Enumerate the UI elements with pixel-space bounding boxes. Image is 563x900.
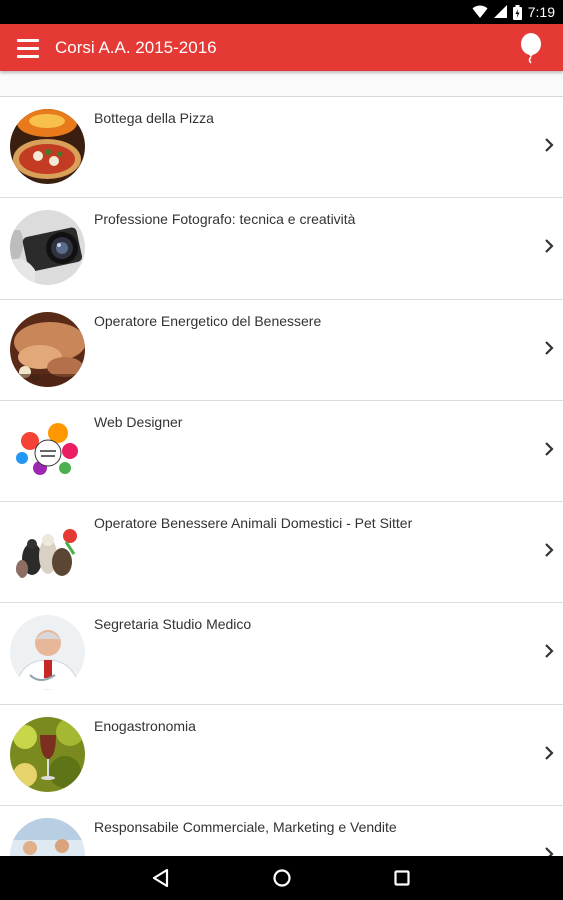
massage-image [10, 311, 85, 387]
app-title: Corsi A.A. 2015-2016 [55, 38, 217, 57]
course-title: Operatore Energetico del Benessere [94, 312, 322, 329]
recents-icon[interactable] [388, 864, 416, 892]
status-time: 7:19 [527, 4, 555, 20]
chevron-right-icon [545, 239, 554, 254]
course-item-sales-marketing[interactable]: Responsabile Commerciale, Marketing e Ve… [0, 806, 563, 856]
status-bar: 7:19 [0, 0, 563, 24]
cell-signal-icon [493, 5, 507, 18]
status-icons: 7:19 [472, 0, 555, 24]
course-title: Professione Fotografo: tecnica e creativ… [94, 211, 356, 228]
business-image [10, 818, 85, 856]
chevron-right-icon [545, 138, 554, 152]
course-title: Segretaria Studio Medico [94, 616, 252, 633]
course-title: Responsabile Commerciale, Marketing e Ve… [94, 819, 397, 836]
wifi-icon [472, 5, 488, 18]
balloon-icon[interactable] [517, 32, 545, 64]
hamburger-menu-icon[interactable] [14, 34, 42, 62]
course-item-pet-sitter[interactable]: Operatore Benessere Animali Domestici - … [0, 502, 563, 604]
course-item-medical-secretary[interactable]: Segretaria Studio Medico [0, 603, 563, 705]
course-title: Enogastronomia [94, 717, 196, 734]
pets-image [10, 514, 85, 590]
course-title: Web Designer [94, 413, 183, 430]
battery-icon [512, 4, 522, 20]
app-bar: Corsi A.A. 2015-2016 [0, 24, 563, 71]
course-item-wellness[interactable]: Operatore Energetico del Benessere [0, 299, 563, 401]
chevron-right-icon [545, 847, 554, 856]
doctor-image [10, 615, 85, 691]
chevron-right-icon [545, 644, 554, 659]
home-icon[interactable] [268, 864, 296, 892]
screen: 7:19 Corsi A.A. 2015-2016 Bottega della … [0, 0, 563, 900]
course-title: Operatore Benessere Animali Domestici - … [94, 515, 413, 532]
back-icon[interactable] [147, 864, 175, 892]
course-list: Bottega della Pizza Professione Fotograf… [0, 96, 563, 856]
course-item-web-designer[interactable]: Web Designer [0, 400, 563, 503]
chevron-right-icon [545, 442, 554, 456]
wine-image [10, 716, 85, 792]
course-title: Bottega della Pizza [94, 110, 214, 126]
chevron-right-icon [545, 543, 554, 557]
chevron-right-icon [545, 340, 554, 355]
camera-image [10, 210, 85, 286]
course-item-pizza[interactable]: Bottega della Pizza [0, 97, 563, 199]
course-item-photography[interactable]: Professione Fotografo: tecnica e creativ… [0, 198, 563, 300]
chevron-right-icon [545, 746, 554, 760]
web-design-image [10, 412, 85, 488]
pizza-image [10, 109, 85, 184]
navigation-bar [0, 856, 563, 900]
course-item-enogastronomy[interactable]: Enogastronomia [0, 704, 563, 807]
